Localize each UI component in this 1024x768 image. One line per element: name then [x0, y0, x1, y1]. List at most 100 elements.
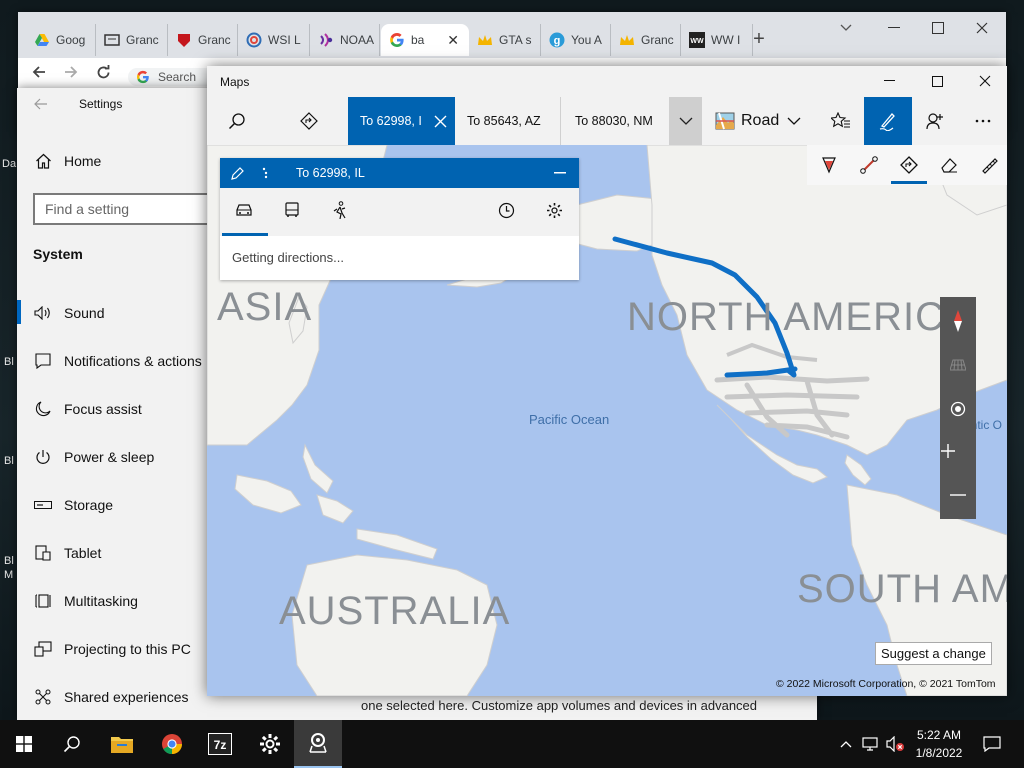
- zoom-in-icon[interactable]: [940, 433, 956, 469]
- location-icon[interactable]: [940, 391, 976, 427]
- chrome-icon[interactable]: [148, 720, 196, 768]
- collapse-icon[interactable]: [550, 164, 570, 182]
- tab-route[interactable]: To 85643, AZ: [455, 97, 561, 145]
- search-icon[interactable]: [48, 720, 96, 768]
- zoom-out-icon[interactable]: [940, 477, 976, 513]
- measure-distance-icon[interactable]: [853, 149, 885, 181]
- eraser-icon[interactable]: [933, 149, 965, 181]
- map-canvas[interactable]: ASIA NORTH AMERICA SOUTH AM AUSTRALIA Pa…: [207, 145, 1007, 696]
- minimize-icon[interactable]: [869, 68, 909, 94]
- browser-tab[interactable]: Granc: [611, 24, 681, 56]
- moon-icon: [33, 399, 53, 419]
- ink-directions-icon[interactable]: [893, 149, 925, 181]
- browser-tab[interactable]: Goog: [26, 24, 96, 56]
- google-drive-icon: [34, 32, 50, 48]
- browser-tab[interactable]: NOAA: [310, 24, 380, 56]
- ink-pen-icon[interactable]: [864, 97, 912, 145]
- clock-time[interactable]: 5:22 AM: [912, 728, 966, 742]
- reload-icon[interactable]: [92, 62, 114, 82]
- browser-tab[interactable]: Granc: [168, 24, 238, 56]
- new-tab-button[interactable]: +: [746, 26, 772, 52]
- nav-item-multitasking[interactable]: Multitasking: [33, 586, 138, 616]
- map-controls: [940, 297, 976, 519]
- maximize-icon[interactable]: [918, 16, 958, 40]
- 7zip-icon[interactable]: 7z: [196, 720, 244, 768]
- suggest-change-button[interactable]: Suggest a change: [875, 642, 992, 665]
- compass-icon[interactable]: [940, 303, 976, 339]
- maps-app-icon[interactable]: [294, 720, 342, 768]
- nav-item-sound[interactable]: Sound: [33, 298, 104, 328]
- browser-tab-active[interactable]: ba ✕: [381, 24, 469, 56]
- settings-gear-icon[interactable]: [246, 720, 294, 768]
- gear-icon[interactable]: [536, 194, 572, 226]
- back-arrow-icon[interactable]: [28, 62, 50, 82]
- maximize-icon[interactable]: [917, 68, 957, 94]
- nav-item-focus-assist[interactable]: Focus assist: [33, 394, 142, 424]
- forward-arrow-icon[interactable]: [60, 62, 82, 82]
- spiral-icon: [246, 32, 262, 48]
- close-icon[interactable]: [962, 16, 1002, 40]
- nav-item-power[interactable]: Power & sleep: [33, 442, 154, 472]
- browser-tab-label: WW I: [711, 33, 741, 47]
- directions-icon[interactable]: [293, 105, 325, 137]
- chevron-up-icon[interactable]: [836, 732, 856, 756]
- nav-item-notifications[interactable]: Notifications & actions: [33, 346, 202, 376]
- browser-tab[interactable]: WW WW I: [681, 24, 753, 56]
- nav-item-storage[interactable]: Storage: [33, 490, 113, 520]
- g-circle-icon: g: [549, 32, 565, 48]
- desktop-icon-label[interactable]: M: [4, 569, 13, 581]
- home-icon: [33, 151, 53, 171]
- desktop-icon-label[interactable]: Da: [2, 158, 16, 170]
- close-icon[interactable]: [965, 68, 1005, 94]
- more-options-icon[interactable]: [967, 105, 999, 137]
- red-shield-icon: [176, 32, 192, 48]
- search-input[interactable]: Find a setting: [33, 193, 233, 225]
- nav-item-label: Projecting to this PC: [64, 641, 191, 657]
- bus-icon[interactable]: [274, 194, 310, 226]
- nav-item-projecting[interactable]: Projecting to this PC: [33, 634, 191, 664]
- nav-item-tablet[interactable]: Tablet: [33, 538, 101, 568]
- tilt-icon[interactable]: [940, 347, 976, 383]
- car-icon[interactable]: [226, 194, 262, 226]
- notification-center-icon[interactable]: [978, 732, 1006, 756]
- clock-date[interactable]: 1/8/2022: [912, 746, 966, 760]
- browser-tab[interactable]: GTA s: [469, 24, 541, 56]
- browser-tab[interactable]: Granc: [96, 24, 168, 56]
- edit-pencil-icon[interactable]: [228, 164, 246, 182]
- browser-tab[interactable]: WSI L: [238, 24, 310, 56]
- clock-icon[interactable]: [488, 194, 524, 226]
- favorites-icon[interactable]: [825, 105, 857, 137]
- file-explorer-icon[interactable]: [98, 720, 146, 768]
- volume-muted-icon[interactable]: [884, 732, 908, 756]
- chevron-down-icon[interactable]: [669, 97, 702, 145]
- close-icon[interactable]: [433, 114, 447, 128]
- map-label-australia: AUSTRALIA: [279, 589, 511, 633]
- chevron-down-icon[interactable]: [826, 16, 866, 40]
- network-icon[interactable]: [860, 732, 882, 756]
- search-icon[interactable]: [221, 105, 253, 137]
- message-icon: [33, 351, 53, 371]
- drag-handle-icon[interactable]: [256, 164, 274, 182]
- tab-route-active[interactable]: To 62998, I: [348, 97, 455, 145]
- active-mode-indicator: [222, 233, 268, 236]
- ink-pen-tool-icon[interactable]: [813, 149, 845, 181]
- desktop-icon-label[interactable]: Bl: [4, 555, 14, 567]
- tab-close-icon[interactable]: ✕: [447, 32, 459, 49]
- minimize-icon[interactable]: [874, 16, 914, 40]
- browser-tab-label: You A: [571, 33, 602, 47]
- nav-item-shared[interactable]: Shared experiences: [33, 682, 189, 712]
- tab-route[interactable]: To 88030, NM: [563, 97, 669, 145]
- walking-icon[interactable]: [322, 194, 358, 226]
- ruler-icon[interactable]: [973, 149, 1005, 181]
- power-icon: [33, 447, 53, 467]
- settings-home-link[interactable]: Home: [33, 146, 101, 176]
- back-arrow-icon[interactable]: [31, 94, 51, 114]
- desktop-icon-label[interactable]: Bl: [4, 455, 14, 467]
- browser-tab-label: ba: [411, 33, 425, 47]
- browser-tab[interactable]: g You A: [541, 24, 611, 56]
- account-icon[interactable]: [919, 105, 951, 137]
- desktop-icon-label[interactable]: Bl: [4, 356, 14, 368]
- map-style-dropdown[interactable]: Road: [715, 109, 811, 133]
- directions-header: To 62998, IL: [220, 158, 579, 188]
- start-button[interactable]: [0, 720, 48, 768]
